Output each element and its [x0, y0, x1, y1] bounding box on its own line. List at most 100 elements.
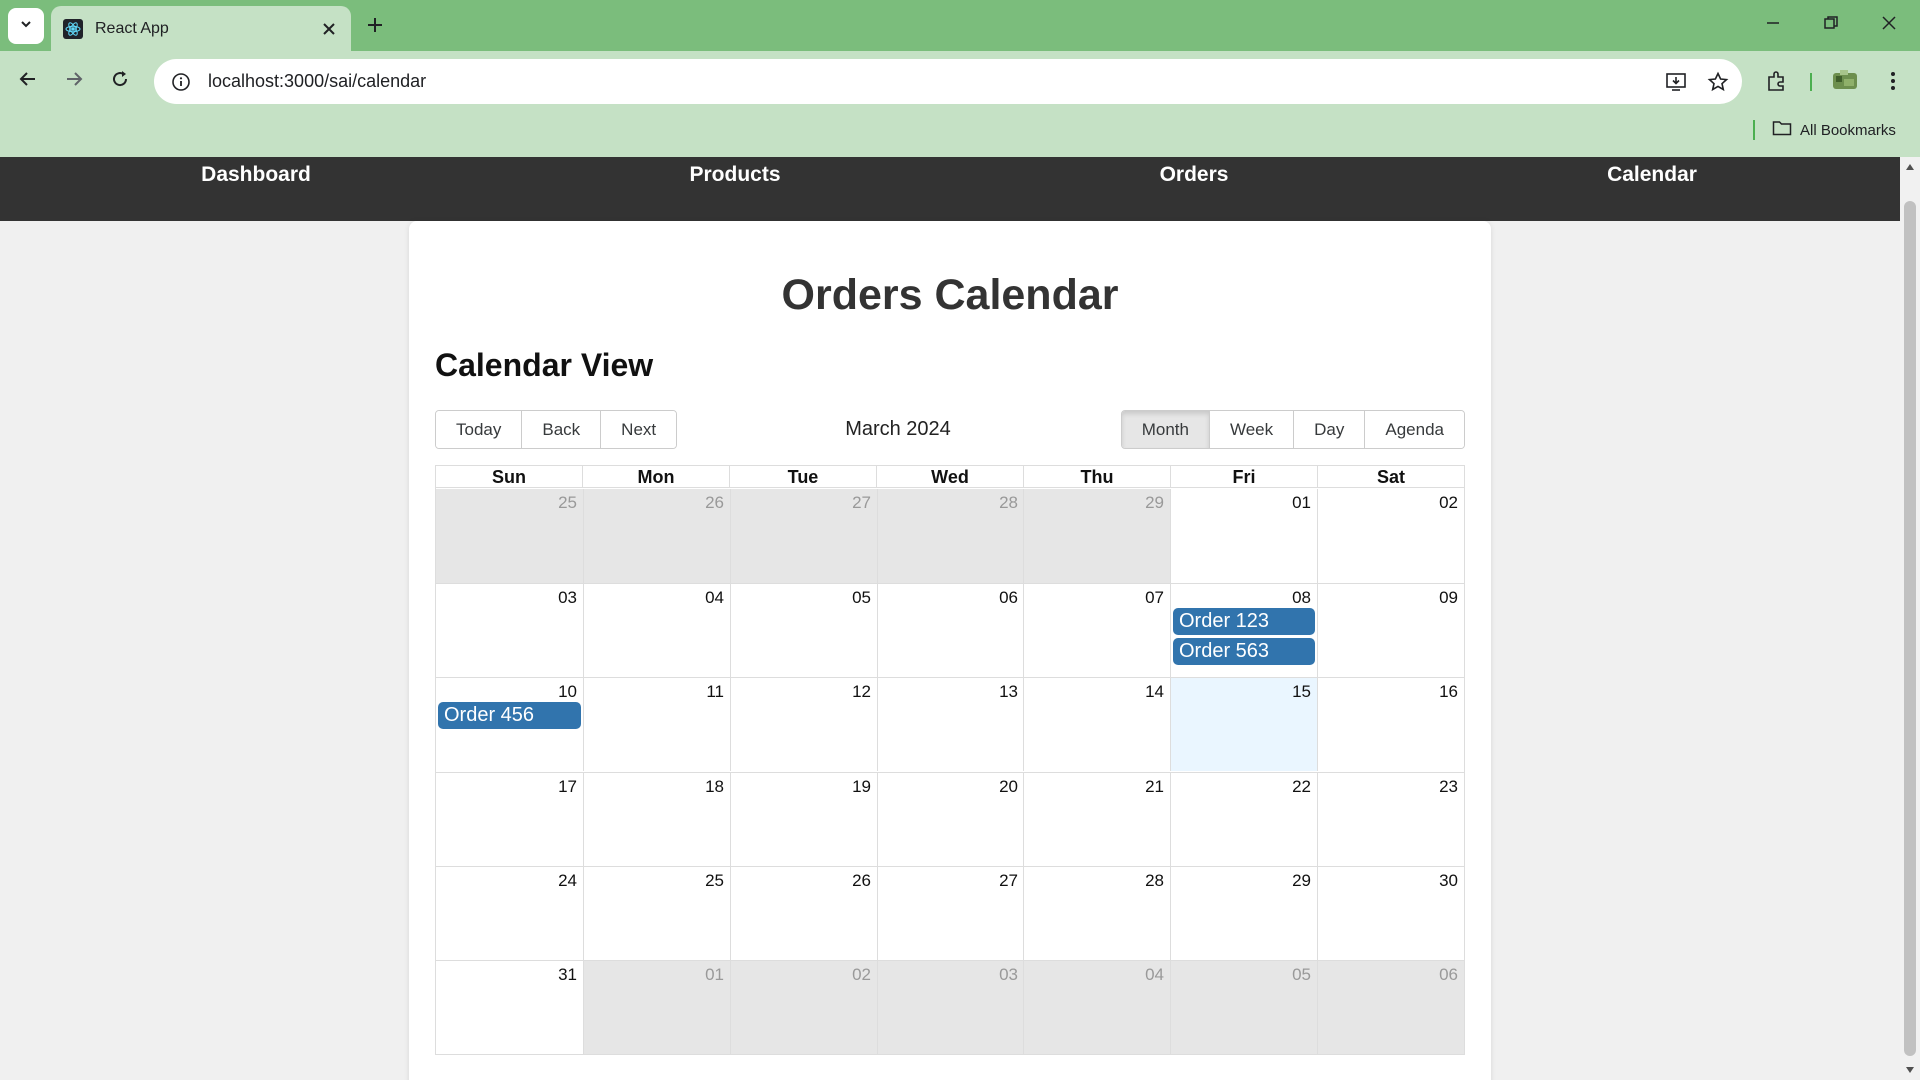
forward-nav-button[interactable] [54, 61, 94, 101]
day-number[interactable]: 07 [1145, 588, 1164, 608]
day-number[interactable]: 27 [852, 493, 871, 513]
view-week-button[interactable]: Week [1209, 411, 1295, 448]
scroll-up-arrow-icon[interactable] [1900, 157, 1920, 177]
scrollbar-thumb[interactable] [1904, 201, 1916, 1056]
day-number[interactable]: 19 [852, 777, 871, 797]
vertical-scrollbar[interactable] [1900, 157, 1920, 1080]
reload-button[interactable] [100, 61, 140, 101]
day-number[interactable]: 04 [705, 588, 724, 608]
day-number[interactable]: 02 [1439, 493, 1458, 513]
day-number[interactable]: 12 [852, 682, 871, 702]
day-number[interactable]: 18 [705, 777, 724, 797]
calendar-event[interactable]: Order 563 [1173, 638, 1315, 665]
browser-tab[interactable]: React App [51, 6, 351, 51]
calendar-day-cell[interactable]: 08 Order 123 Order 563 [1170, 584, 1317, 677]
day-number[interactable]: 01 [1292, 493, 1311, 513]
day-number[interactable]: 06 [1439, 965, 1458, 985]
calendar-day-cell[interactable]: 30 [1317, 867, 1464, 960]
calendar-day-cell[interactable]: 27 [730, 489, 877, 583]
day-number[interactable]: 21 [1145, 777, 1164, 797]
calendar-day-cell[interactable]: 01 [1170, 489, 1317, 583]
day-number[interactable]: 09 [1439, 588, 1458, 608]
calendar-day-cell[interactable]: 10 Order 456 [436, 678, 583, 771]
calendar-day-cell[interactable]: 04 [1023, 961, 1170, 1054]
day-number[interactable]: 31 [558, 965, 577, 985]
calendar-event[interactable]: Order 123 [1173, 608, 1315, 635]
kebab-menu-icon[interactable] [1873, 61, 1913, 101]
calendar-event[interactable]: Order 456 [438, 702, 581, 729]
day-number[interactable]: 26 [852, 871, 871, 891]
all-bookmarks-button[interactable]: All Bookmarks [1772, 117, 1896, 143]
day-number[interactable]: 02 [852, 965, 871, 985]
calendar-day-cell[interactable]: 07 [1023, 584, 1170, 677]
day-number[interactable]: 20 [999, 777, 1018, 797]
day-number[interactable]: 16 [1439, 682, 1458, 702]
calendar-day-cell[interactable]: 06 [877, 584, 1024, 677]
day-number[interactable]: 10 [558, 682, 577, 702]
day-number[interactable]: 06 [999, 588, 1018, 608]
view-agenda-button[interactable]: Agenda [1365, 411, 1464, 448]
calendar-day-cell[interactable]: 12 [730, 678, 877, 771]
calendar-day-cell[interactable]: 22 [1170, 773, 1317, 866]
day-number[interactable]: 26 [705, 493, 724, 513]
nav-link-orders[interactable]: Orders [1160, 163, 1229, 187]
calendar-day-cell[interactable]: 26 [583, 489, 730, 583]
day-number[interactable]: 28 [999, 493, 1018, 513]
calendar-day-cell[interactable]: 25 [583, 867, 730, 960]
calendar-day-cell[interactable]: 20 [877, 773, 1024, 866]
calendar-day-cell[interactable]: 04 [583, 584, 730, 677]
extensions-icon[interactable] [1757, 61, 1797, 101]
calendar-day-cell[interactable]: 19 [730, 773, 877, 866]
day-number[interactable]: 25 [705, 871, 724, 891]
day-number[interactable]: 13 [999, 682, 1018, 702]
profile-avatar-icon[interactable] [1825, 61, 1865, 101]
nav-link-dashboard[interactable]: Dashboard [201, 163, 311, 187]
calendar-day-cell[interactable]: 15 [1170, 678, 1317, 771]
day-number[interactable]: 03 [999, 965, 1018, 985]
close-icon[interactable] [319, 19, 339, 39]
restore-button[interactable] [1802, 0, 1860, 51]
day-number[interactable]: 14 [1145, 682, 1164, 702]
url-text[interactable]: localhost:3000/sai/calendar [208, 71, 1658, 92]
day-number[interactable]: 03 [558, 588, 577, 608]
close-window-button[interactable] [1860, 0, 1918, 51]
calendar-day-cell[interactable]: 24 [436, 867, 583, 960]
calendar-day-cell[interactable]: 29 [1170, 867, 1317, 960]
day-number[interactable]: 17 [558, 777, 577, 797]
calendar-day-cell[interactable]: 25 [436, 489, 583, 583]
calendar-day-cell[interactable]: 11 [583, 678, 730, 771]
calendar-day-cell[interactable]: 09 [1317, 584, 1464, 677]
minimize-button[interactable] [1744, 0, 1802, 51]
calendar-day-cell[interactable]: 31 [436, 961, 583, 1054]
address-bar[interactable]: localhost:3000/sai/calendar [154, 59, 1742, 104]
calendar-day-cell[interactable]: 14 [1023, 678, 1170, 771]
calendar-day-cell[interactable]: 06 [1317, 961, 1464, 1054]
day-number[interactable]: 30 [1439, 871, 1458, 891]
new-tab-button[interactable] [358, 10, 392, 44]
day-number[interactable]: 01 [705, 965, 724, 985]
calendar-day-cell[interactable]: 13 [877, 678, 1024, 771]
day-number[interactable]: 08 [1292, 588, 1311, 608]
calendar-day-cell[interactable]: 03 [877, 961, 1024, 1054]
day-number[interactable]: 23 [1439, 777, 1458, 797]
calendar-day-cell[interactable]: 02 [730, 961, 877, 1054]
site-info-icon[interactable] [166, 67, 196, 97]
calendar-day-cell[interactable]: 03 [436, 584, 583, 677]
day-number[interactable]: 29 [1292, 871, 1311, 891]
view-day-button[interactable]: Day [1294, 411, 1366, 448]
tab-search-button[interactable] [8, 8, 44, 44]
calendar-day-cell[interactable]: 16 [1317, 678, 1464, 771]
calendar-day-cell[interactable]: 02 [1317, 489, 1464, 583]
install-app-icon[interactable] [1658, 64, 1694, 100]
day-number[interactable]: 27 [999, 871, 1018, 891]
calendar-day-cell[interactable]: 29 [1023, 489, 1170, 583]
day-number[interactable]: 28 [1145, 871, 1164, 891]
day-number[interactable]: 05 [852, 588, 871, 608]
calendar-day-cell[interactable]: 18 [583, 773, 730, 866]
calendar-day-cell[interactable]: 23 [1317, 773, 1464, 866]
day-number[interactable]: 24 [558, 871, 577, 891]
nav-link-products[interactable]: Products [689, 163, 780, 187]
calendar-day-cell[interactable]: 28 [877, 489, 1024, 583]
day-number[interactable]: 29 [1145, 493, 1164, 513]
calendar-day-cell[interactable]: 01 [583, 961, 730, 1054]
